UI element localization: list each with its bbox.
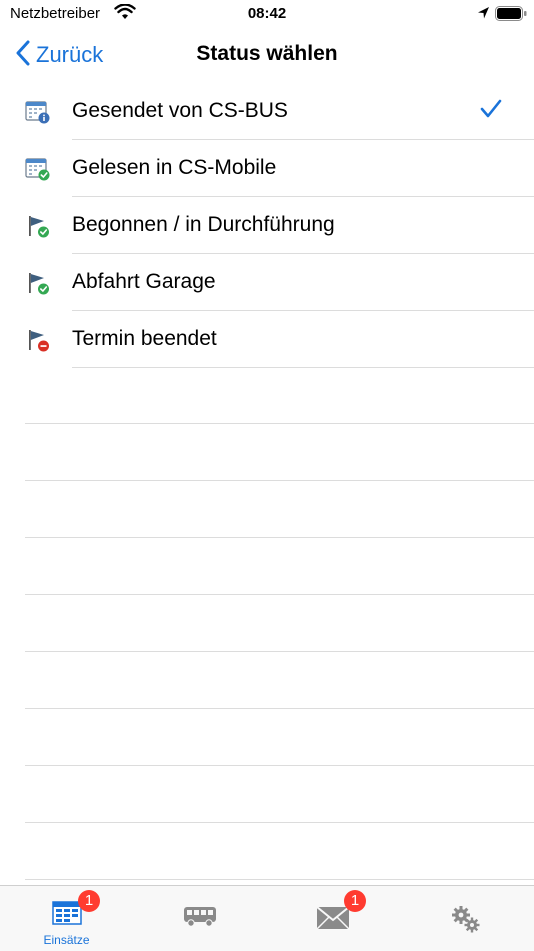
status-row-beendet[interactable]: Termin beendet (0, 311, 534, 368)
navigation-bar: Zurück Status wählen (0, 30, 534, 82)
clock: 08:42 (247, 5, 287, 22)
status-label: Termin beendet (72, 327, 217, 350)
checkmark-icon (480, 99, 502, 124)
notification-badge: 1 (344, 890, 366, 912)
tab-bar: 1 Einsätze 1 (0, 885, 534, 951)
row-separator (25, 594, 534, 595)
row-separator (25, 651, 534, 652)
battery-icon (495, 6, 527, 26)
tab-bus[interactable] (133, 886, 266, 951)
status-label: Gesendet von CS-BUS (72, 99, 288, 122)
gears-icon (450, 904, 482, 939)
row-separator (25, 423, 534, 424)
status-row-begonnen[interactable]: Begonnen / in Durchführung (0, 197, 534, 254)
status-label: Abfahrt Garage (72, 270, 216, 293)
notification-badge: 1 (78, 890, 100, 912)
schedule-grid-icon (51, 900, 82, 931)
calendar-info-icon (25, 99, 51, 125)
status-row-gelesen[interactable]: Gelesen in CS-Mobile (0, 140, 534, 197)
row-separator (25, 708, 534, 709)
calendar-check-icon (25, 156, 51, 182)
row-separator (25, 822, 534, 823)
status-list: Gesendet von CS-BUS Gelesen in CS-Mobile (0, 83, 534, 368)
flag-check-icon (25, 270, 51, 296)
row-separator (25, 765, 534, 766)
bus-icon (183, 906, 217, 933)
row-separator (25, 879, 534, 880)
status-row-gesendet[interactable]: Gesendet von CS-BUS (0, 83, 534, 140)
status-label: Gelesen in CS-Mobile (72, 156, 277, 179)
tab-settings[interactable] (399, 886, 532, 951)
tab-einsaetze[interactable]: 1 Einsätze (0, 886, 133, 951)
flag-check-icon (25, 213, 51, 239)
row-separator (25, 537, 534, 538)
row-separator (25, 480, 534, 481)
status-label: Begonnen / in Durchführung (72, 213, 335, 236)
tab-messages[interactable]: 1 (266, 886, 399, 951)
mail-icon (315, 906, 350, 935)
tab-label: Einsätze (43, 933, 90, 947)
status-row-abfahrt[interactable]: Abfahrt Garage (0, 254, 534, 311)
flag-stop-icon (25, 327, 51, 353)
status-bar: Netzbetreiber 08:42 (0, 0, 534, 30)
location-arrow-icon (477, 6, 490, 25)
row-separator (72, 367, 534, 368)
page-title: Status wählen (196, 42, 338, 65)
